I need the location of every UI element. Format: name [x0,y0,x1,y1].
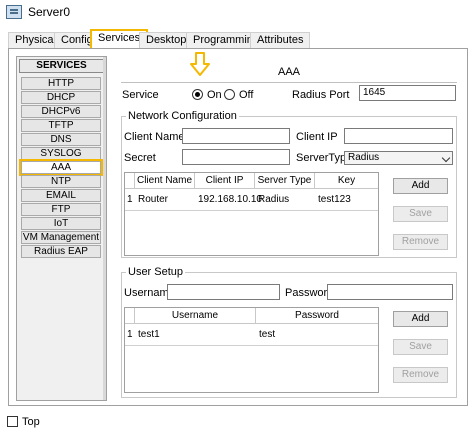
row-number: 1 [127,329,133,340]
cell-server-type: Radius [258,194,290,205]
radius-port-input[interactable]: 1645 [359,85,456,101]
divider [121,82,457,83]
service-off-radio[interactable] [224,89,235,100]
footer: Top [0,410,474,438]
sidebar-item-vm-management[interactable]: VM Management [21,231,101,244]
sidebar-item-radius-eap[interactable]: Radius EAP [21,245,101,258]
down-arrow-icon [190,52,210,76]
sidebar-item-dns[interactable]: DNS [21,133,101,146]
window-title: Server0 [28,5,71,19]
server-type-select[interactable]: Radius [344,151,453,165]
username-input[interactable] [167,284,280,300]
add-client-button[interactable]: Add [393,178,448,194]
client-name-label: Client Name [124,131,185,143]
remove-user-button[interactable]: Remove [393,367,448,383]
network-configuration-group: Network Configuration Client Name Client… [121,110,457,258]
sidebar-item-dhcp[interactable]: DHCP [21,91,101,104]
server-type-value: Radius [348,152,380,163]
cell-username: test1 [138,329,160,340]
service-on-radio[interactable] [192,89,203,100]
cell-key: test123 [318,194,351,205]
top-checkbox[interactable] [7,416,18,427]
table-corner [125,173,135,189]
user-setup-title: User Setup [126,266,186,278]
column-header-server-type: Server Type [255,173,315,189]
column-header-username: Username [135,308,256,324]
sidebar-item-aaa[interactable]: AAA [19,159,103,176]
column-header-client-ip: Client IP [195,173,255,189]
cell-client-name: Router [138,194,169,205]
secret-label: Secret [124,152,156,164]
client-ip-label: Client IP [296,131,338,143]
secret-input[interactable] [182,149,290,165]
sidebar-item-iot[interactable]: IoT [21,217,101,230]
cell-client-ip: 192.168.10.10 [198,194,262,205]
aaa-title: AAA [277,66,300,78]
services-sidebar: SERVICES HTTP DHCP DHCPv6 TFTP DNS SYSLO… [16,56,107,401]
sidebar-header: SERVICES [19,59,104,73]
top-label: Top [22,416,40,428]
off-label: Off [239,89,254,101]
save-client-button[interactable]: Save [393,206,448,222]
sidebar-item-tftp[interactable]: TFTP [21,119,101,132]
services-content: SERVICES HTTP DHCP DHCPv6 TFTP DNS SYSLO… [8,48,468,406]
sidebar-item-dhcpv6[interactable]: DHCPv6 [21,105,101,118]
client-name-input[interactable] [182,128,290,144]
cell-password: test [259,329,276,340]
add-user-button[interactable]: Add [393,311,448,327]
sidebar-scrollbar[interactable] [103,57,106,400]
remove-client-button[interactable]: Remove [393,234,448,250]
tab-attributes[interactable]: Attributes [250,32,311,48]
save-user-button[interactable]: Save [393,339,448,355]
users-table[interactable]: Username Password 1 test1 test [124,307,379,393]
client-ip-input[interactable] [344,128,453,144]
radius-port-label: Radius Port [292,89,350,101]
sidebar-item-http[interactable]: HTTP [21,77,101,90]
tab-bar: Physical Config Services Desktop Program… [8,29,468,50]
sidebar-item-syslog[interactable]: SYSLOG [21,147,101,160]
on-label: On [207,89,222,101]
column-header-client-name: Client Name [135,173,195,189]
aaa-panel: AAA Service On Off Radius Port 1645 Netw… [117,52,461,401]
clients-table[interactable]: Client Name Client IP Server Type Key 1 … [124,172,379,256]
table-corner [125,308,135,324]
chevron-down-icon [441,153,451,163]
row-number: 1 [127,194,133,205]
table-row[interactable] [125,324,378,346]
user-setup-group: User Setup Username Password Username Pa… [121,266,457,398]
sidebar-item-email[interactable]: EMAIL [21,189,101,202]
network-configuration-title: Network Configuration [126,110,239,122]
sidebar-item-ftp[interactable]: FTP [21,203,101,216]
password-input[interactable] [327,284,453,300]
service-label: Service [122,89,159,101]
sidebar-item-ntp[interactable]: NTP [21,175,101,188]
column-header-password: Password [256,308,378,324]
column-header-key: Key [315,173,378,189]
title-bar: Server0 [0,0,474,26]
server-app-icon [6,5,22,19]
